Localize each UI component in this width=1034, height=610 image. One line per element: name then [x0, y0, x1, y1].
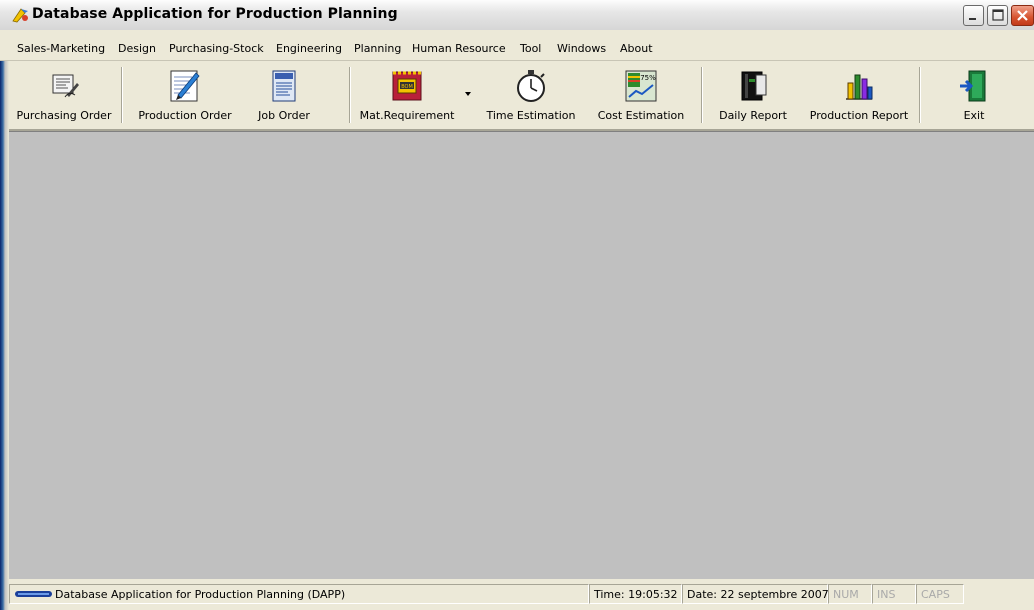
pen-notepad-icon: [170, 70, 200, 102]
exit-button[interactable]: Exit: [929, 63, 1019, 125]
status-num: NUM: [833, 588, 859, 601]
toolbar-separator: [121, 67, 123, 123]
status-date: Date: 22 septembre 2007: [687, 588, 829, 601]
menu-windows[interactable]: Windows: [557, 42, 606, 55]
mat-requirement-button[interactable]: BOM Mat.Requirement: [357, 63, 457, 125]
app-icon: [12, 8, 28, 23]
menu-design[interactable]: Design: [118, 42, 156, 55]
menu-planning[interactable]: Planning: [354, 42, 401, 55]
production-order-label: Production Order: [138, 109, 232, 122]
status-bar: Database Application for Production Plan…: [9, 580, 1034, 610]
window-left-border: [0, 30, 9, 610]
production-order-button[interactable]: Production Order: [129, 63, 241, 125]
svg-text:BOM: BOM: [401, 84, 413, 90]
production-report-button[interactable]: Production Report: [805, 63, 913, 125]
production-report-label: Production Report: [809, 109, 909, 122]
cost-estimation-button[interactable]: 75% Cost Estimation: [589, 63, 693, 125]
main-window: Database Application for Production Plan…: [0, 0, 1034, 610]
exit-door-icon: [960, 70, 986, 102]
status-panel-app: Database Application for Production Plan…: [9, 584, 589, 604]
mdi-client-area[interactable]: [9, 131, 1034, 579]
status-caps: CAPS: [921, 588, 950, 601]
time-estimation-label: Time Estimation: [486, 109, 576, 122]
toolbar-separator: [919, 67, 921, 123]
app-status-icon: [15, 591, 52, 597]
window-title: Database Application for Production Plan…: [32, 6, 398, 22]
status-panel-caps: CAPS: [916, 584, 964, 604]
quill-document-icon: [52, 74, 79, 98]
menu-human-resource[interactable]: Human Resource: [412, 42, 506, 55]
status-app-text: Database Application for Production Plan…: [55, 588, 346, 601]
menu-bar: Sales-Marketing Design Purchasing-Stock …: [0, 30, 1034, 61]
title-bar[interactable]: Database Application for Production Plan…: [0, 0, 1034, 31]
document-icon: [272, 70, 296, 102]
status-panel-num: NUM: [828, 584, 872, 604]
cost-chart-icon: 75%: [625, 70, 657, 102]
mat-requirement-dropdown-arrow[interactable]: [465, 92, 471, 96]
purchasing-order-label: Purchasing Order: [16, 109, 112, 122]
daily-report-label: Daily Report: [719, 109, 787, 122]
job-order-button[interactable]: Job Order: [249, 63, 319, 125]
menu-tool[interactable]: Tool: [520, 42, 541, 55]
maximize-button[interactable]: [987, 5, 1008, 26]
menu-sales-marketing[interactable]: Sales-Marketing: [17, 42, 105, 55]
purchasing-order-button[interactable]: Purchasing Order: [12, 63, 116, 125]
daily-report-button[interactable]: Daily Report: [709, 63, 797, 125]
maximize-icon: [992, 9, 1004, 21]
stopwatch-icon: [517, 70, 545, 102]
status-panel-time: Time: 19:05:32: [589, 584, 682, 604]
status-panel-ins: INS: [872, 584, 916, 604]
material-box-icon: BOM: [392, 71, 422, 101]
status-time: Time: 19:05:32: [594, 588, 678, 601]
bar-chart-icon: [846, 74, 873, 100]
toolbar: Purchasing Order Production Order Job Or…: [9, 61, 1034, 131]
status-panel-date: Date: 22 septembre 2007: [682, 584, 829, 604]
binder-icon: [741, 71, 767, 101]
menu-about[interactable]: About: [620, 42, 653, 55]
close-icon: [1017, 10, 1028, 21]
menu-purchasing-stock[interactable]: Purchasing-Stock: [169, 42, 264, 55]
toolbar-separator: [349, 67, 351, 123]
time-estimation-button[interactable]: Time Estimation: [481, 63, 581, 125]
toolbar-separator: [701, 67, 703, 123]
minimize-icon: [969, 18, 976, 20]
job-order-label: Job Order: [258, 109, 310, 122]
cost-badge-text: 75%: [640, 74, 656, 82]
cost-estimation-label: Cost Estimation: [597, 109, 685, 122]
minimize-button[interactable]: [963, 5, 984, 26]
mat-requirement-label: Mat.Requirement: [359, 109, 455, 122]
status-ins: INS: [877, 588, 896, 601]
exit-label: Exit: [963, 109, 985, 122]
menu-engineering[interactable]: Engineering: [276, 42, 342, 55]
close-button[interactable]: [1011, 5, 1034, 26]
